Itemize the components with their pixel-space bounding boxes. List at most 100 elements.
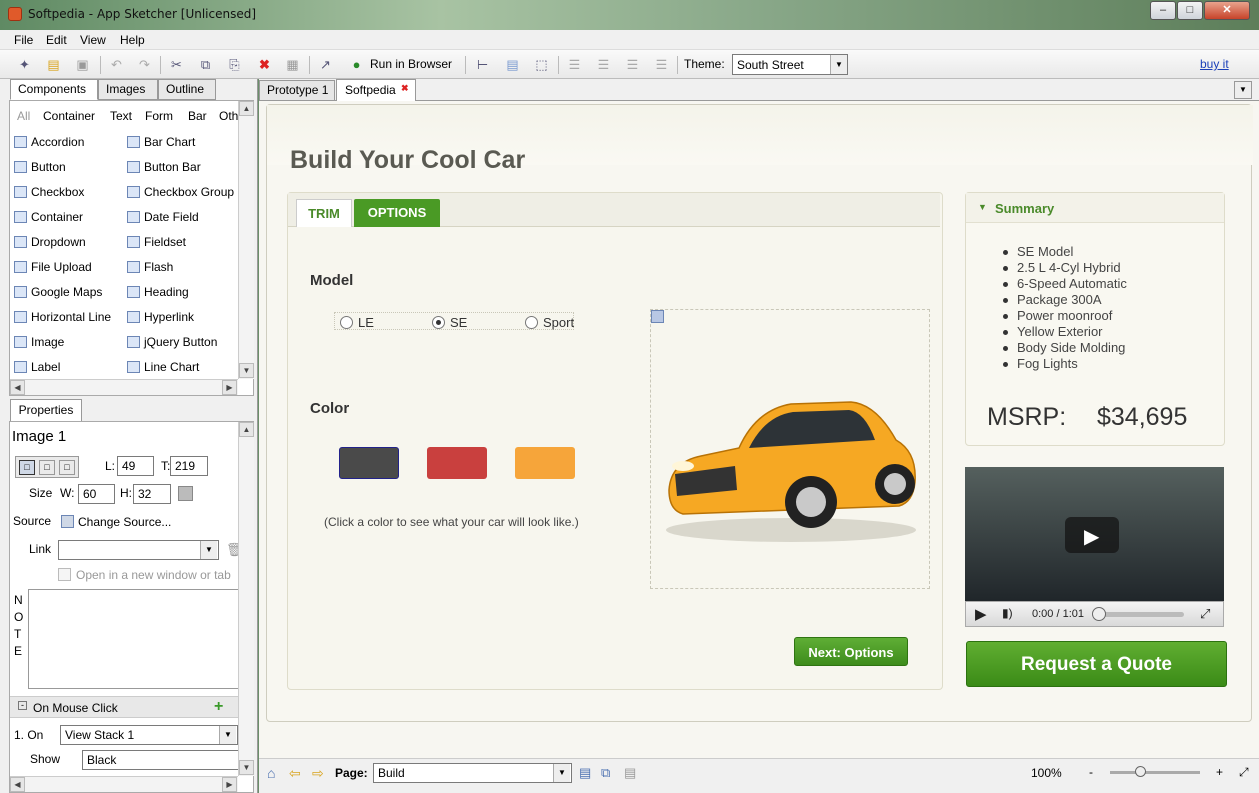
component-item[interactable]: Hyperlink (127, 308, 194, 326)
link-field[interactable]: ▼ (58, 540, 219, 560)
collapse-icon[interactable]: - (18, 701, 27, 710)
component-item[interactable]: Horizontal Line (14, 308, 111, 326)
mouse-click-header[interactable]: - On Mouse Click + (10, 696, 240, 718)
duplicate-page-icon[interactable]: ⧉ (601, 765, 610, 781)
page-select[interactable]: Build ▼ (373, 763, 572, 783)
properties-icon[interactable]: ▦ (284, 56, 301, 73)
redo-icon[interactable]: ↷ (136, 56, 153, 73)
scroll-down-icon[interactable]: ▼ (239, 760, 254, 775)
car-image-frame[interactable] (650, 309, 930, 589)
buy-it-link[interactable]: buy it (1200, 57, 1229, 71)
minimize-button[interactable]: – (1150, 1, 1176, 20)
video-scrub-handle[interactable] (1092, 607, 1106, 621)
video-progress[interactable] (1094, 612, 1184, 617)
component-item[interactable]: Checkbox (14, 183, 84, 201)
component-item[interactable]: File Upload (14, 258, 92, 276)
height-field[interactable]: 32 (133, 484, 171, 504)
add-icon[interactable]: + (214, 698, 223, 716)
category-bar[interactable]: Bar (188, 109, 207, 123)
category-form[interactable]: Form (145, 109, 173, 123)
copy-icon[interactable]: ⧉ (197, 56, 214, 73)
zoom-slider-handle[interactable] (1135, 766, 1146, 777)
scroll-left-icon[interactable]: ◀ (10, 777, 25, 792)
paste-icon[interactable]: ⎘ (226, 56, 243, 73)
delete-page-icon[interactable]: ▤ (624, 765, 636, 781)
note-textarea[interactable] (28, 589, 240, 689)
align-center-icon[interactable]: ☰ (595, 56, 612, 73)
delete-icon[interactable]: ✖ (256, 56, 273, 73)
tab-outline[interactable]: Outline (158, 79, 216, 100)
component-item[interactable]: Button Bar (127, 158, 201, 176)
fullscreen-icon[interactable]: ⤢ (1200, 606, 1210, 622)
scroll-right-icon[interactable]: ▶ (222, 777, 237, 792)
properties-hscrollbar[interactable]: ◀ ▶ (10, 776, 238, 792)
play-icon[interactable]: ▶ (975, 605, 987, 623)
scroll-right-icon[interactable]: ▶ (222, 380, 237, 395)
component-item[interactable]: Heading (127, 283, 189, 301)
fit-screen-icon[interactable]: ⤢ (1239, 765, 1249, 780)
align-right-icon[interactable]: ☰ (624, 56, 641, 73)
chevron-down-icon[interactable]: ▼ (553, 764, 570, 782)
request-quote-button[interactable]: Request a Quote (966, 641, 1227, 687)
width-field[interactable]: 60 (78, 484, 115, 504)
category-container[interactable]: Container (43, 109, 95, 123)
top-field[interactable]: 219 (170, 456, 208, 476)
zoom-slider[interactable] (1110, 771, 1200, 774)
position-relative-icon[interactable]: □ (39, 460, 55, 475)
component-item[interactable]: Date Field (127, 208, 199, 226)
tab-trim[interactable]: TRIM (296, 199, 352, 227)
category-text[interactable]: Text (110, 109, 132, 123)
model-radio-sport[interactable]: Sport (525, 315, 574, 330)
color-swatch-red[interactable] (427, 447, 487, 479)
theme-select[interactable]: South Street ▼ (732, 54, 848, 75)
menu-help[interactable]: Help (120, 33, 145, 47)
category-other[interactable]: Oth (219, 109, 238, 123)
properties-scrollbar[interactable]: ▲ ▼ (238, 422, 254, 776)
component-item[interactable]: Fieldset (127, 233, 186, 251)
component-item[interactable]: Checkbox Group (127, 183, 234, 201)
components-scrollbar[interactable]: ▲ ▼ (238, 101, 254, 379)
scroll-up-icon[interactable]: ▲ (239, 101, 254, 116)
zoom-out-button[interactable]: - (1089, 765, 1093, 779)
component-item[interactable]: Google Maps (14, 283, 102, 301)
export-icon[interactable]: ↗ (317, 56, 334, 73)
scroll-left-icon[interactable]: ◀ (10, 380, 25, 395)
component-item[interactable]: Image (14, 333, 64, 351)
position-fixed-icon[interactable]: □ (59, 460, 75, 475)
component-item[interactable]: Dropdown (14, 233, 86, 251)
position-absolute-icon[interactable]: □ (19, 460, 35, 475)
tab-list-chevron-icon[interactable]: ▼ (1234, 81, 1252, 99)
tab-components[interactable]: Components (10, 79, 98, 100)
change-source-link[interactable]: Change Source... (78, 515, 171, 529)
align-left-icon[interactable]: ☰ (566, 56, 583, 73)
run-in-browser-button[interactable]: Run in Browser (370, 57, 452, 71)
save-icon[interactable]: ▣ (74, 56, 91, 73)
video-play-overlay[interactable]: ▶ (1065, 517, 1119, 553)
selection-icon[interactable]: ⬚ (533, 56, 550, 73)
undo-icon[interactable]: ↶ (108, 56, 125, 73)
close-tab-icon[interactable]: ✖ (401, 78, 409, 98)
show-select[interactable]: Black (82, 750, 242, 770)
tab-images[interactable]: Images (98, 79, 158, 100)
component-item[interactable]: Line Chart (127, 358, 199, 376)
left-field[interactable]: 49 (117, 456, 154, 476)
chevron-down-icon[interactable]: ▼ (219, 726, 236, 744)
tab-prototype-1[interactable]: Prototype 1 (259, 80, 335, 101)
chevron-down-icon[interactable]: ▼ (978, 202, 987, 212)
component-item[interactable]: Container (14, 208, 83, 226)
components-hscrollbar[interactable]: ◀ ▶ (10, 379, 238, 395)
category-all[interactable]: All (17, 109, 30, 123)
model-radio-le[interactable]: LE (340, 315, 374, 330)
align-top-icon[interactable]: ☰ (653, 56, 670, 73)
close-button[interactable]: ✕ (1204, 1, 1250, 20)
scroll-down-icon[interactable]: ▼ (239, 363, 254, 378)
menu-view[interactable]: View (80, 33, 106, 47)
tree-icon[interactable]: ⊢ (474, 56, 491, 73)
maximize-button[interactable]: □ (1177, 1, 1203, 20)
volume-icon[interactable]: ▮) (1002, 606, 1013, 620)
component-item[interactable]: Button (14, 158, 66, 176)
back-arrow-icon[interactable]: ⇦ (289, 765, 301, 782)
open-folder-icon[interactable]: ▤ (45, 56, 62, 73)
next-options-button[interactable]: Next: Options (794, 637, 908, 666)
new-window-checkbox[interactable] (58, 568, 71, 581)
